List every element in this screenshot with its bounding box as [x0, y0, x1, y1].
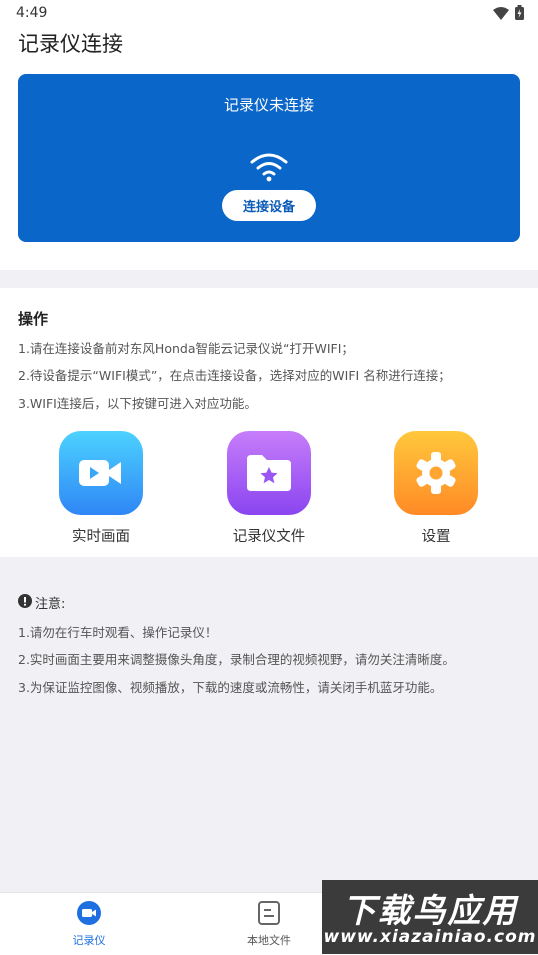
connection-section: 记录仪连接 记录仪未连接 连接设备 [0, 26, 538, 270]
operation-step: 1.请在连接设备前对东风Honda智能云记录仪说“打开WIFI； [18, 341, 354, 356]
page-title: 记录仪连接 [18, 32, 123, 56]
recorder-files-label: 记录仪文件 [232, 529, 306, 545]
battery-icon [515, 5, 524, 24]
nav-item-local-files[interactable]: 本地文件 [219, 901, 319, 948]
note-line: 2.实时画面主要用来调整摄像头角度，录制合理的视频视野，请勿关注清晰度。 [18, 652, 455, 667]
camera-circle-icon [75, 901, 103, 929]
operation-step: 2.待设备提示“WIFI模式”，在点击连接设备，选择对应的WIFI 名称进行连接… [18, 368, 451, 383]
folder-star-icon [227, 431, 311, 515]
note-line: 3.为保证监控图像、视频播放，下载的速度或流畅性，请关闭手机蓝牙功能。 [18, 680, 443, 695]
watermark-title: 下载鸟应用 [342, 891, 518, 930]
gear-icon [394, 431, 478, 515]
status-icons [493, 5, 524, 24]
settings-label: 设置 [421, 529, 451, 545]
document-icon [257, 901, 281, 929]
nav-label-local-files: 本地文件 [247, 934, 291, 947]
watermark-url: www.xiazainiao.com [323, 927, 537, 947]
note-line: 1.请勿在行车时观看、操作记录仪！ [18, 625, 218, 640]
connect-device-button[interactable]: 连接设备 [222, 190, 316, 221]
recorder-files-button[interactable]: 记录仪文件 [209, 431, 329, 546]
operations-section: 操作 1.请在连接设备前对东风Honda智能云记录仪说“打开WIFI； 2.待设… [0, 288, 538, 557]
connection-card: 记录仪未连接 连接设备 [18, 74, 520, 242]
wifi-icon [249, 152, 289, 186]
watermark-logo: 下载鸟应用 www.xiazainiao.com [322, 880, 538, 954]
connection-status: 记录仪未连接 [223, 96, 314, 114]
video-camera-icon [59, 431, 143, 515]
status-time: 4:49 [16, 5, 48, 21]
exclamation-icon [18, 593, 32, 612]
operations-title: 操作 [18, 310, 49, 328]
nav-label-recorder: 记录仪 [72, 934, 106, 947]
notes-title-text: 注意: [35, 597, 66, 612]
wifi-signal-icon [493, 5, 509, 24]
settings-button[interactable]: 设置 [376, 431, 496, 546]
operation-step: 3.WIFI连接后，以下按键可进入对应功能。 [18, 396, 257, 411]
live-view-label: 实时画面 [72, 529, 130, 545]
live-view-button[interactable]: 实时画面 [41, 431, 161, 546]
nav-item-recorder[interactable]: 记录仪 [39, 901, 139, 948]
status-bar: 4:49 [0, 0, 538, 26]
notes-title: 注意: [18, 593, 65, 612]
